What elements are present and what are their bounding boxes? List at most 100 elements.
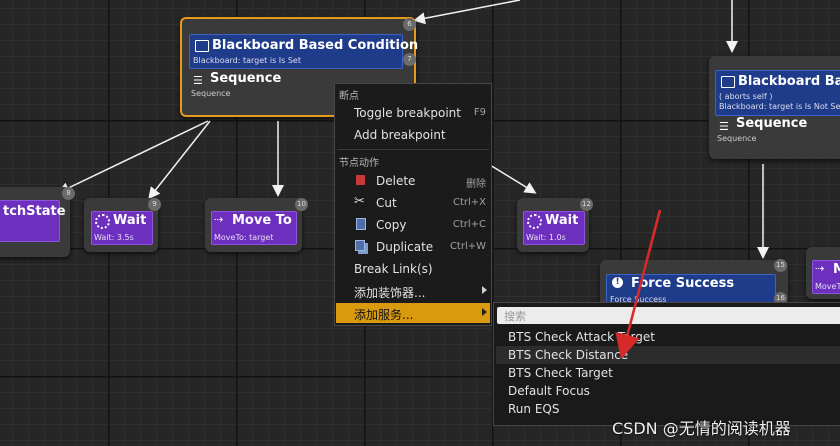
menu-item-label: Cut (376, 196, 397, 210)
service-item[interactable]: BTS Check Target (496, 364, 840, 382)
execution-index-badge: 7 (403, 53, 416, 66)
move-arrow-icon: ⇢ (214, 213, 224, 226)
sequence-node-right[interactable]: Blackboard Bas ( aborts self ) Blackboar… (709, 56, 840, 159)
delete-item[interactable]: Delete 删除 (336, 171, 490, 191)
duplicate-item[interactable]: Duplicate Ctrl+W (336, 237, 490, 257)
move-arrow-icon: ⇢ (815, 262, 825, 275)
task-title: tchState (3, 204, 66, 219)
sequence-icon: ☰ (193, 74, 203, 87)
task-subtitle: Wait: 1.0s (526, 233, 566, 242)
watermark: CSDN @无情的阅读机器 (612, 419, 791, 438)
move-to-node[interactable]: ⇢ Move To MoveTo: target (205, 198, 302, 252)
execution-index-badge: 15 (774, 259, 787, 272)
service-item-label: BTS Check Attack Target (508, 330, 655, 344)
sequence-title: Sequence (736, 116, 808, 131)
wire (413, 0, 521, 25)
shortcut-label: F9 (473, 107, 486, 118)
task-title: Wait (545, 213, 579, 228)
shortcut-label: 删除 (466, 179, 486, 190)
cut-item[interactable]: ✂ Cut Ctrl+X (336, 193, 490, 213)
task-node-left[interactable]: tchState (0, 187, 70, 257)
decorator-subtitle: ( aborts self ) (719, 92, 773, 101)
sequence-icon: ☰ (719, 120, 729, 133)
menu-item-label: Add breakpoint (354, 128, 446, 142)
toggle-breakpoint-item[interactable]: Toggle breakpoint F9 (336, 103, 490, 123)
sequence-subtitle: Sequence (717, 134, 757, 143)
menu-item-label: 添加服务... (354, 308, 414, 322)
wire (489, 164, 537, 194)
menu-section-header: 断点 (339, 91, 359, 102)
context-menu: 断点 Toggle breakpoint F9 Add breakpoint 节… (334, 83, 492, 326)
menu-item-label: Break Link(s) (354, 262, 433, 276)
menu-item-label: Delete (376, 174, 416, 188)
menu-divider (337, 149, 489, 150)
task-title: M (833, 262, 840, 277)
service-item-label: Default Focus (508, 384, 590, 398)
task-block[interactable]: Wait Wait: 3.5s (91, 211, 153, 245)
wait-icon (95, 214, 110, 229)
wait-icon (527, 214, 542, 229)
task-subtitle: MoveTo: target (214, 233, 274, 242)
submenu-arrow-icon (482, 308, 487, 316)
search-placeholder: 搜索 (504, 310, 526, 323)
add-decorator-item[interactable]: 添加装饰器... (336, 281, 490, 301)
menu-section-header: 节点动作 (339, 158, 379, 169)
decorator-title: Blackboard Bas (738, 74, 840, 89)
menu-item-label: 添加装饰器... (354, 286, 426, 300)
blackboard-decorator[interactable]: Blackboard Based Condition Blackboard: t… (189, 34, 418, 69)
task-title: Wait (113, 213, 147, 228)
service-item-label: Run EQS (508, 402, 560, 416)
task-block[interactable]: Wait Wait: 1.0s (523, 211, 585, 245)
copy-icon (356, 218, 366, 230)
decorator-subtitle: Blackboard: target is Is Not Se (719, 102, 840, 111)
break-links-item[interactable]: Break Link(s) (336, 259, 490, 279)
task-block[interactable]: tchState (0, 200, 66, 242)
task-block[interactable]: ⇢ M MoveT (812, 260, 840, 294)
submenu-arrow-icon (482, 286, 487, 294)
sequence-composite[interactable]: ☰ Sequence Sequence (715, 116, 840, 148)
execution-index-badge: 9 (148, 198, 161, 211)
scissors-icon: ✂ (354, 194, 365, 209)
add-service-item[interactable]: 添加服务... (336, 303, 490, 323)
behavior-tree-graph[interactable]: Blackboard Based Condition Blackboard: t… (0, 0, 840, 446)
task-subtitle: Wait: 3.5s (94, 233, 134, 242)
service-item[interactable]: BTS Check Attack Target (496, 328, 840, 346)
service-item-label: BTS Check Distance (508, 348, 629, 362)
sequence-title: Sequence (210, 71, 282, 86)
service-submenu: 搜索 BTS Check Attack Target BTS Check Dis… (493, 302, 840, 426)
menu-item-label: Toggle breakpoint (354, 106, 461, 120)
execution-index-badge: 10 (295, 198, 308, 211)
search-input[interactable]: 搜索 (497, 307, 840, 324)
wait-node[interactable]: Wait Wait: 1.0s (517, 198, 589, 252)
execution-index-badge: 8 (62, 187, 75, 200)
service-item[interactable]: Default Focus (496, 382, 840, 400)
wire (57, 120, 209, 194)
add-breakpoint-item[interactable]: Add breakpoint (336, 125, 490, 145)
sequence-subtitle: Sequence (191, 89, 231, 98)
execution-index-badge: 6 (403, 18, 416, 31)
copy-item[interactable]: Copy Ctrl+C (336, 215, 490, 235)
task-block[interactable]: ⇢ Move To MoveTo: target (211, 211, 297, 245)
execution-index-badge: 12 (580, 198, 593, 211)
blackboard-decorator[interactable]: Blackboard Bas ( aborts self ) Blackboar… (715, 70, 840, 116)
blackboard-icon (195, 40, 209, 52)
delete-icon (356, 175, 365, 185)
blackboard-icon (721, 76, 735, 88)
service-item[interactable]: BTS Check Distance (496, 346, 840, 364)
decorator-title: Force Success (631, 276, 735, 291)
wire (148, 120, 211, 200)
duplicate-icon (355, 240, 365, 251)
shortcut-label: Ctrl+C (452, 219, 486, 230)
shortcut-label: Ctrl+X (452, 197, 486, 208)
task-subtitle: MoveT (815, 282, 840, 291)
menu-item-label: Duplicate (376, 240, 434, 254)
info-icon: ! (612, 277, 623, 288)
task-title: Move To (232, 213, 292, 228)
service-item-label: BTS Check Target (508, 366, 613, 380)
decorator-subtitle: Blackboard: target is Is Set (193, 56, 301, 65)
shortcut-label: Ctrl+W (449, 241, 486, 252)
decorator-title: Blackboard Based Condition (212, 38, 419, 53)
menu-item-label: Copy (376, 218, 407, 232)
wait-node[interactable]: Wait Wait: 3.5s (84, 198, 158, 252)
move-to-node-right[interactable]: ⇢ M MoveT (806, 247, 840, 299)
